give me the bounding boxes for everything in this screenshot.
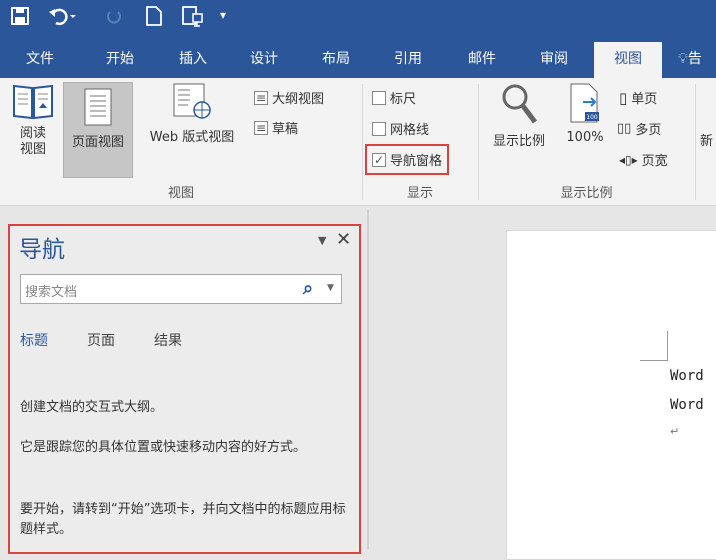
outline-icon: ≡ [254,90,268,105]
checkbox-unchecked-icon [372,121,386,136]
page-width-button[interactable]: ◂▯▸ 页宽 [619,150,668,170]
tab-design[interactable]: 设计 [234,42,294,78]
zoom-100-button[interactable]: 100 100% [560,82,610,145]
web-layout-button[interactable]: Web 版式视图 [138,82,246,145]
title-bar: ▾ [0,0,716,42]
views-group-label: 视图 [167,186,194,201]
read-mode-button[interactable]: 阅读 视图 [8,82,58,158]
tab-file[interactable]: 文件 [10,42,70,78]
multiple-pages-button[interactable]: ▯▯ 多页 [617,119,661,138]
touch-mode-icon[interactable] [182,6,206,33]
tab-mailings[interactable]: 邮件 [452,42,512,78]
checkmark-icon: ✓ [372,152,386,167]
save-icon[interactable] [10,6,30,31]
outline-button[interactable]: ≡ 大纲视图 [254,88,324,107]
new-window-button[interactable]: 新 [700,130,716,149]
svg-text:100: 100 [586,114,598,121]
document-line: Word [670,397,704,413]
one-page-button[interactable]: ▯ 单页 [619,88,657,108]
document-line: Word [670,368,704,384]
tab-results[interactable]: 结果 [154,330,182,350]
tab-references[interactable]: 引用 [378,42,438,78]
page-width-icon: ◂▯▸ [619,152,638,167]
paragraph-mark-icon: ↵ [670,425,680,438]
tab-pages[interactable]: 页面 [87,330,115,350]
group-divider [695,84,696,200]
nav-message-2: 它是跟踪您的具体位置或快速移动内容的好方式。 [20,440,307,455]
lightbulb-icon: 💡︎ [678,51,688,67]
multiple-pages-icon: ▯▯ [617,121,632,136]
zoom-100-icon: 100 [570,83,599,123]
document-page[interactable]: Word Word ↵ [506,230,716,560]
search-placeholder: 搜索文档 [25,285,78,300]
navigation-pane: 导航 ▼ ✕ 搜索文档 ⌕ ▼ 标题 页面 结果 创建文档的交互式大纲。 它是跟… [8,224,361,554]
ribbon-tabs: 文件 开始 插入 设计 布局 引用 邮件 审阅 视图 💡︎告 [0,42,716,78]
zoom-group-label: 显示比例 [560,186,613,201]
ribbon: 阅读 视图 页面视图 Web 版式视图 ≡ 大纲视图 ≡ 草稿 视图 标尺 网格线 … [0,78,716,206]
gridlines-checkbox[interactable]: 网格线 [372,119,429,138]
book-icon [13,84,53,120]
nav-pane-title: 导航 [19,237,65,263]
draft-button[interactable]: ≡ 草稿 [254,118,298,137]
web-page-icon [173,83,211,119]
new-document-icon[interactable] [145,6,163,31]
one-page-icon: ▯ [619,88,628,107]
nav-message-1: 创建文档的交互式大纲。 [20,400,164,415]
search-options-dropdown-icon[interactable]: ▼ [327,283,334,293]
customize-dropdown-icon[interactable]: ▾ [220,8,226,22]
redo-icon[interactable] [104,6,124,31]
search-document-input[interactable]: 搜索文档 ⌕ ▼ [20,274,342,304]
tab-headings[interactable]: 标题 [20,330,48,350]
tab-insert[interactable]: 插入 [163,42,223,78]
close-icon[interactable]: ✕ [336,229,351,250]
tab-review[interactable]: 审阅 [524,42,584,78]
print-layout-button[interactable]: 页面视图 [63,82,133,178]
magnifier-icon [502,84,537,124]
margin-corner-mark [640,331,668,361]
tab-layout[interactable]: 布局 [306,42,366,78]
ruler-checkbox[interactable]: 标尺 [372,88,416,107]
navigation-pane-checkbox[interactable]: ✓ 导航窗格 [365,144,450,175]
checkbox-unchecked-icon [372,90,386,105]
nav-message-3: 要开始，请转到“开始”选项卡，并向文档中的标题应用标题样式。 [20,502,346,537]
undo-icon[interactable] [48,6,78,31]
page-icon [84,88,112,126]
draft-icon: ≡ [254,120,268,135]
tab-home[interactable]: 开始 [90,42,150,78]
search-icon[interactable]: ⌕ [303,278,313,299]
show-group-label: 显示 [406,186,433,201]
zoom-button[interactable]: 显示比例 [484,82,554,149]
tab-view[interactable]: 视图 [594,42,662,78]
pane-options-dropdown-icon[interactable]: ▼ [318,234,326,247]
pane-splitter[interactable] [367,210,369,549]
tell-me-box[interactable]: 💡︎告 [678,42,716,78]
